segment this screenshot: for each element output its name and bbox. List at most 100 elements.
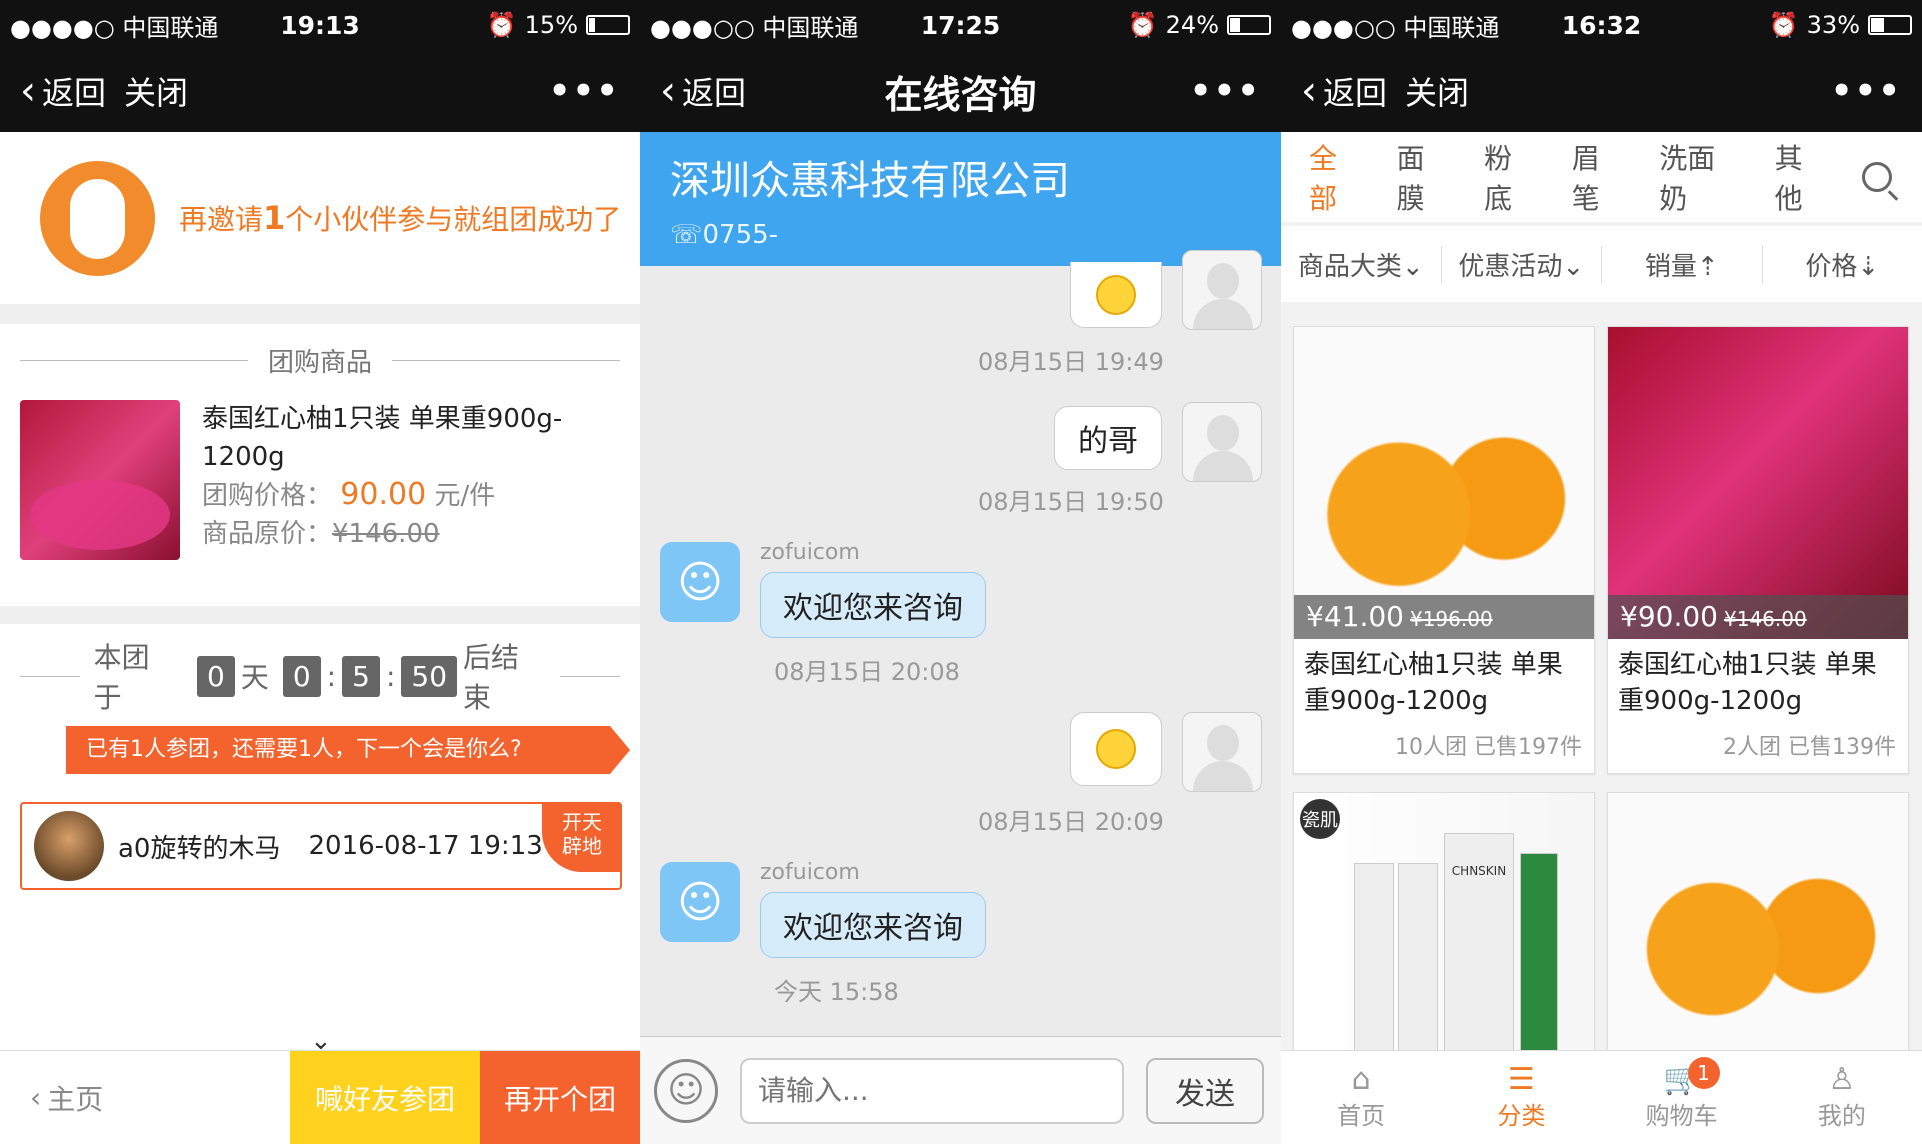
tab-mask[interactable]: 面膜 (1397, 137, 1453, 217)
company-name: 深圳众惠科技有限公司 (670, 158, 1070, 204)
send-button[interactable]: 发送 (1146, 1057, 1264, 1124)
bunny-mascot-icon (40, 160, 155, 276)
search-icon[interactable] (1862, 162, 1892, 192)
sender-name: zofuicom (760, 540, 860, 565)
product-image: 瓷肌 CHNSKIN (1294, 793, 1594, 1053)
battery-percent: 24% (1165, 11, 1219, 39)
battery-icon (1227, 15, 1271, 35)
brand-label: CHNSKIN (1444, 833, 1514, 1053)
nav-bar: ‹ 返回 关闭 ••• (0, 50, 640, 132)
close-button[interactable]: 关闭 (1405, 68, 1469, 114)
filter-promo[interactable]: 优惠活动⌄ (1442, 245, 1602, 283)
sort-icon: ⇡ (1696, 251, 1719, 282)
smile-emoji-icon (1096, 729, 1136, 769)
status-ribbon: 已有1人参团，还需要1人，下一个会是你么? (66, 726, 630, 774)
group-buy-screen: ●●●●○ 中国联通 19:13 ⏰ 15% ‹ 返回 关闭 ••• 再邀请1个小… (0, 0, 640, 1144)
chat-bubble-emoji (1070, 262, 1162, 328)
emoji-button[interactable]: ☺ (654, 1058, 718, 1123)
battery-percent: 33% (1806, 11, 1860, 39)
tab-all[interactable]: 全部 (1303, 137, 1371, 245)
member-date: 2016-08-17 19:13 (308, 831, 543, 861)
home-button[interactable]: ‹ 主页 (0, 1051, 290, 1144)
countdown-minutes: 5 (342, 655, 380, 697)
product-image (1294, 327, 1594, 639)
sender-name: zofuicom (760, 860, 860, 885)
product-image (20, 400, 180, 560)
avatar (34, 811, 104, 881)
timestamp: 08月15日 19:50 (978, 488, 1164, 516)
nav-home[interactable]: ⌂ 首页 (1281, 1051, 1441, 1144)
group-price: 90.00 (340, 477, 427, 512)
more-icon[interactable]: ••• (1190, 71, 1261, 111)
product-card[interactable] (1607, 792, 1909, 1053)
alarm-icon: ⏰ (1127, 11, 1158, 39)
battery-fill (1871, 18, 1885, 32)
product-name: 泰国红心柚1只装 单果重900g-1200g (1618, 650, 1877, 716)
price-bar: ¥41.00 ¥196.00 (1294, 595, 1594, 639)
carrier: ●●●●○ 中国联通 (10, 13, 219, 42)
filter-sales[interactable]: 销量⇡ (1602, 245, 1763, 283)
filter-bar: 商品大类⌄ 优惠活动⌄ 销量⇡ 价格⇣ (1281, 226, 1922, 302)
nav-profile[interactable]: ♙ 我的 (1762, 1051, 1922, 1144)
alarm-icon: ⏰ (486, 11, 517, 39)
price-bar: ¥90.00 ¥146.00 (1608, 595, 1908, 639)
sort-icon: ⇣ (1857, 251, 1880, 282)
alarm-icon: ⏰ (1768, 11, 1799, 39)
message-input[interactable] (740, 1057, 1124, 1124)
user-avatar (1182, 250, 1262, 330)
product-card[interactable]: 泰国红心柚1只装 单果重900g-1200g 团购价格： 90.00 元/件 商… (20, 400, 620, 580)
new-group-button[interactable]: 再开个团 (480, 1051, 640, 1144)
timestamp: 08月15日 20:08 (774, 658, 960, 686)
nav-category[interactable]: ☰ 分类 (1441, 1051, 1601, 1144)
member-name: a0旋转的木马 (118, 833, 281, 864)
back-label: 返回 (1323, 74, 1388, 112)
tab-foundation[interactable]: 粉底 (1484, 137, 1540, 217)
divider (0, 304, 640, 324)
countdown-seconds: 50 (401, 655, 458, 697)
chevron-left-icon: ‹ (20, 68, 36, 114)
divider (0, 606, 640, 624)
call-friends-button[interactable]: 喊好友参团 (290, 1051, 480, 1144)
user-icon: ♙ (1828, 1062, 1856, 1097)
founder-badge: 开天 辟地 (542, 802, 622, 872)
battery-fill (1230, 18, 1240, 32)
status-bar: ●●●○○ 中国联通 17:25 ⏰ 24% (640, 0, 1281, 50)
back-label: 返回 (682, 74, 747, 112)
battery-icon (1868, 15, 1912, 35)
user-avatar (1182, 402, 1262, 482)
battery-percent: 15% (524, 11, 578, 39)
product-card[interactable]: ¥90.00 ¥146.00 泰国红心柚1只装 单果重900g-1200g 2人团… (1607, 326, 1909, 774)
chat-input-bar: ☺ 发送 (640, 1036, 1281, 1144)
back-button[interactable]: ‹ 返回 (1301, 68, 1387, 114)
chevron-down-icon: ⌄ (1562, 251, 1585, 282)
countdown: 本团于 0天 0: 5: 50 后结束 (20, 636, 621, 716)
price-unit: 元/件 (434, 481, 496, 511)
battery-icon (586, 15, 630, 35)
filter-price[interactable]: 价格⇣ (1763, 246, 1922, 283)
countdown-hours: 0 (282, 655, 321, 697)
back-button[interactable]: ‹ 返回 (20, 68, 106, 114)
home-icon: ⌂ (1351, 1062, 1371, 1097)
product-image (1608, 793, 1908, 1053)
countdown-days: 0 (197, 655, 235, 697)
product-card[interactable]: ¥41.00 ¥196.00 泰国红心柚1只装 单果重900g-1200g 10人… (1293, 326, 1595, 774)
nav-cart[interactable]: 🛒 购物车 1 (1602, 1051, 1762, 1144)
section-title: 团购商品 (20, 342, 621, 379)
product-card[interactable]: 瓷肌 CHNSKIN (1293, 792, 1595, 1053)
bottom-bar: ‹ 主页 喊好友参团 再开个团 (0, 1050, 640, 1144)
timestamp: 今天 15:58 (774, 978, 899, 1006)
filter-category[interactable]: 商品大类⌄ (1281, 245, 1442, 283)
tab-cleanser[interactable]: 洗面奶 (1659, 137, 1742, 217)
tab-other[interactable]: 其他 (1775, 137, 1831, 217)
close-button[interactable]: 关闭 (124, 68, 188, 114)
back-button[interactable]: ‹ 返回 (660, 68, 746, 114)
battery-fill (589, 18, 595, 32)
tab-eyebrow[interactable]: 眉笔 (1572, 137, 1628, 217)
list-icon: ☰ (1507, 1062, 1535, 1097)
company-phone[interactable]: ☏0755- (670, 220, 1251, 250)
invite-text: 再邀请1个小伙伴参与就组团成功了 (179, 199, 622, 237)
more-icon[interactable]: ••• (549, 71, 620, 111)
more-icon[interactable]: ••• (1831, 71, 1902, 111)
chevron-down-icon: ⌄ (1401, 251, 1424, 282)
product-meta: 2人团 已售139件 (1723, 735, 1896, 760)
